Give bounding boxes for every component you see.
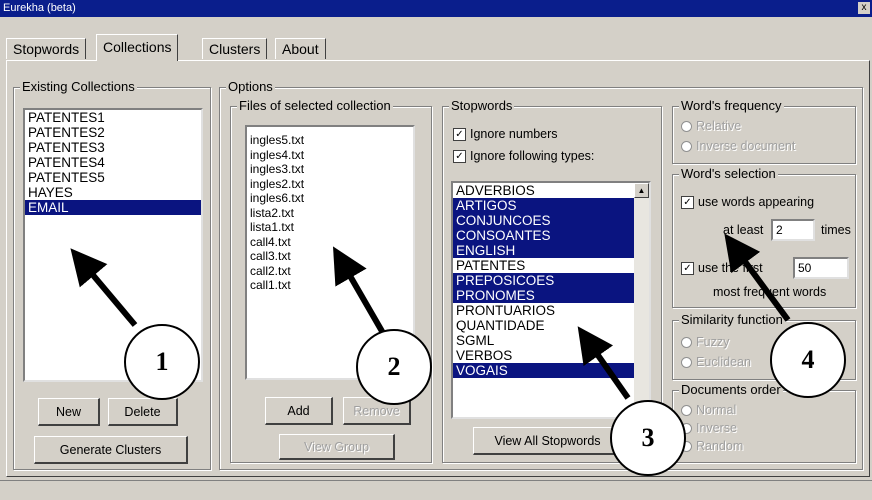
arrow-1 [70, 248, 138, 327]
callout-1: 1 [124, 324, 200, 400]
annotation-arrows [70, 233, 791, 400]
arrow-3 [577, 326, 631, 400]
arrow-4 [724, 233, 791, 322]
callout-3: 3 [610, 400, 686, 476]
callout-4: 4 [770, 322, 846, 398]
arrow-2 [332, 246, 386, 335]
callout-2: 2 [356, 329, 432, 405]
